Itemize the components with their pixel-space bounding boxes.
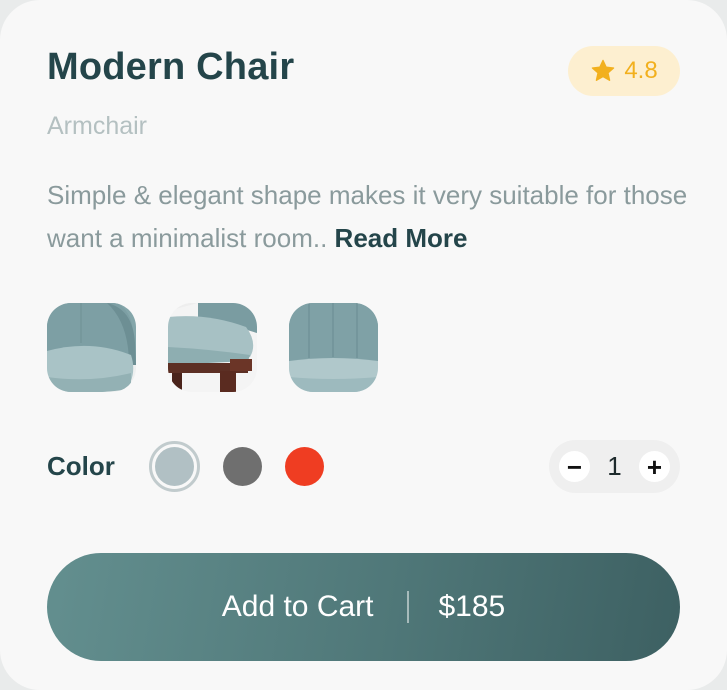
plus-icon: +: [646, 451, 663, 482]
color-label: Color: [47, 451, 115, 481]
product-description: Simple & elegant shape makes it very sui…: [47, 174, 697, 260]
thumbnail-gallery: [47, 303, 378, 392]
product-card: Modern Chair 4.8 Armchair Simple & elega…: [0, 0, 727, 690]
decrease-quantity-button[interactable]: −: [559, 451, 590, 482]
minus-icon: −: [566, 451, 583, 482]
product-title: Modern Chair: [47, 46, 295, 88]
increase-quantity-button[interactable]: +: [639, 451, 670, 482]
quantity-stepper: − 1 +: [549, 440, 680, 493]
add-to-cart-button[interactable]: Add to Cart $185: [47, 553, 680, 661]
add-to-cart-label: Add to Cart: [221, 590, 374, 623]
price-label: $185: [438, 590, 506, 623]
star-icon: [590, 58, 616, 84]
color-swatch-red[interactable]: [285, 447, 324, 486]
thumbnail-chair-side[interactable]: [168, 303, 257, 392]
color-swatch-light-blue[interactable]: [155, 447, 194, 486]
quantity-value: 1: [607, 451, 622, 481]
product-category: Armchair: [47, 112, 148, 140]
rating-value: 4.8: [624, 57, 658, 84]
thumbnail-chair-front[interactable]: [47, 303, 136, 392]
rating-badge: 4.8: [568, 46, 680, 96]
read-more-link[interactable]: Read More: [335, 223, 468, 253]
thumbnail-chair-back[interactable]: [289, 303, 378, 392]
button-divider: [406, 591, 409, 623]
color-swatch-gray[interactable]: [223, 447, 262, 486]
